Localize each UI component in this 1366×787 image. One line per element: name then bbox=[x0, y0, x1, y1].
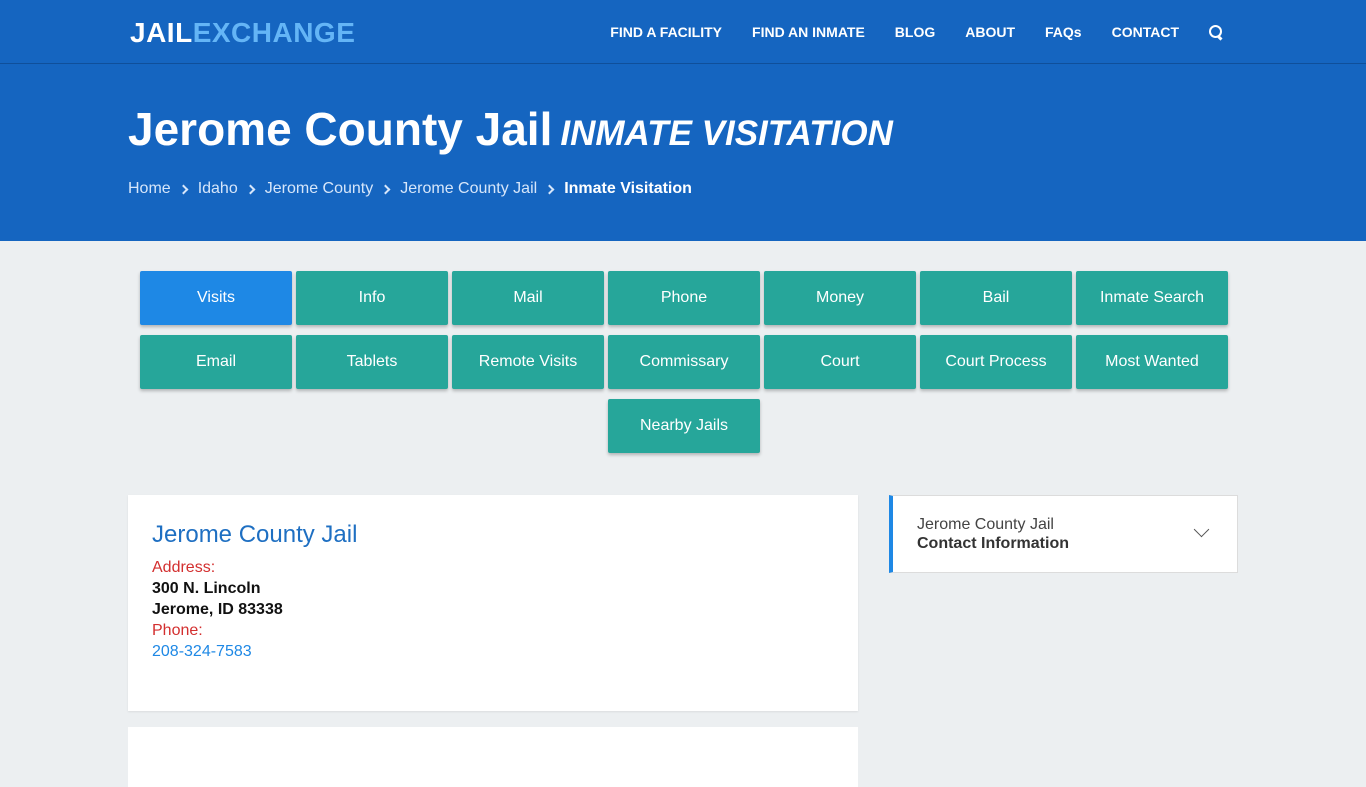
page-title: Jerome County Jail INMATE VISITATION bbox=[128, 102, 893, 156]
menu-remote-visits-button[interactable]: Remote Visits bbox=[452, 335, 604, 389]
chevron-right-icon bbox=[178, 184, 189, 194]
page-title-sub: INMATE VISITATION bbox=[560, 114, 893, 153]
nav-about[interactable]: ABOUT bbox=[965, 24, 1015, 40]
menu-visits-button[interactable]: Visits bbox=[140, 271, 292, 325]
menu-email-button[interactable]: Email bbox=[140, 335, 292, 389]
logo-text-exchange: EXCHANGE bbox=[192, 17, 356, 48]
nav-blog[interactable]: BLOG bbox=[895, 24, 935, 40]
facility-name[interactable]: Jerome County Jail bbox=[152, 521, 834, 549]
menu-info-button[interactable]: Info bbox=[296, 271, 448, 325]
nav-faqs[interactable]: FAQs bbox=[1045, 24, 1082, 40]
search-icon[interactable] bbox=[1209, 25, 1223, 39]
chevron-right-icon bbox=[380, 184, 391, 194]
chevron-right-icon bbox=[245, 184, 256, 194]
menu-tablets-button[interactable]: Tablets bbox=[296, 335, 448, 389]
menu-inmate-search-button[interactable]: Inmate Search bbox=[1076, 271, 1228, 325]
breadcrumb-home[interactable]: Home bbox=[128, 180, 171, 198]
menu-commissary-button[interactable]: Commissary bbox=[608, 335, 760, 389]
phone-label: Phone: bbox=[152, 622, 203, 639]
menu-court-button[interactable]: Court bbox=[764, 335, 916, 389]
jailexchange-logo[interactable]: JAILEXCHANGE bbox=[130, 17, 355, 49]
page-hero: Jerome County Jail INMATE VISITATION bbox=[0, 64, 1366, 241]
menu-court-process-button[interactable]: Court Process bbox=[920, 335, 1072, 389]
address-line-1: 300 N. Lincoln bbox=[152, 580, 261, 597]
accordion-title-contact: Contact Information bbox=[917, 535, 1069, 552]
nav-find-inmate[interactable]: FIND AN INMATE bbox=[752, 24, 865, 40]
facility-menu-row: Visits Info Mail Phone Money Bail Inmate… bbox=[139, 271, 1229, 325]
nav-contact[interactable]: CONTACT bbox=[1112, 24, 1179, 40]
facility-menu: Visits Info Mail Phone Money Bail Inmate… bbox=[139, 271, 1229, 463]
facility-menu-row: Nearby Jails bbox=[139, 399, 1229, 453]
phone-link[interactable]: 208-324-7583 bbox=[152, 643, 834, 661]
breadcrumb-jerome-county-jail[interactable]: Jerome County Jail bbox=[400, 180, 537, 198]
address-line-2: Jerome, ID 83338 bbox=[152, 601, 283, 618]
contact-info-accordion[interactable]: Jerome County Jail Contact Information bbox=[889, 495, 1238, 573]
page-title-main: Jerome County Jail bbox=[128, 103, 553, 155]
menu-most-wanted-button[interactable]: Most Wanted bbox=[1076, 335, 1228, 389]
main-nav: FIND A FACILITY FIND AN INMATE BLOG ABOU… bbox=[580, 0, 1366, 64]
facility-menu-row: Email Tablets Remote Visits Commissary C… bbox=[139, 335, 1229, 389]
breadcrumb-idaho[interactable]: Idaho bbox=[198, 180, 238, 198]
breadcrumb-current: Inmate Visitation bbox=[564, 180, 692, 197]
accordion-title-facility: Jerome County Jail bbox=[917, 516, 1054, 533]
facility-info-card: Jerome County Jail Address: 300 N. Linco… bbox=[128, 495, 858, 711]
menu-nearby-jails-button[interactable]: Nearby Jails bbox=[608, 399, 760, 453]
nav-find-facility[interactable]: FIND A FACILITY bbox=[610, 24, 722, 40]
menu-mail-button[interactable]: Mail bbox=[452, 271, 604, 325]
chevron-right-icon bbox=[544, 184, 555, 194]
breadcrumb-jerome-county[interactable]: Jerome County bbox=[265, 180, 374, 198]
menu-money-button[interactable]: Money bbox=[764, 271, 916, 325]
address-label: Address: bbox=[152, 559, 216, 576]
logo-text-jail: JAIL bbox=[130, 17, 193, 48]
breadcrumb: Home Idaho Jerome County Jerome County J… bbox=[128, 180, 692, 198]
menu-phone-button[interactable]: Phone bbox=[608, 271, 760, 325]
content-card bbox=[128, 727, 858, 787]
top-navbar: JAILEXCHANGE FIND A FACILITY FIND AN INM… bbox=[0, 0, 1366, 64]
menu-bail-button[interactable]: Bail bbox=[920, 271, 1072, 325]
